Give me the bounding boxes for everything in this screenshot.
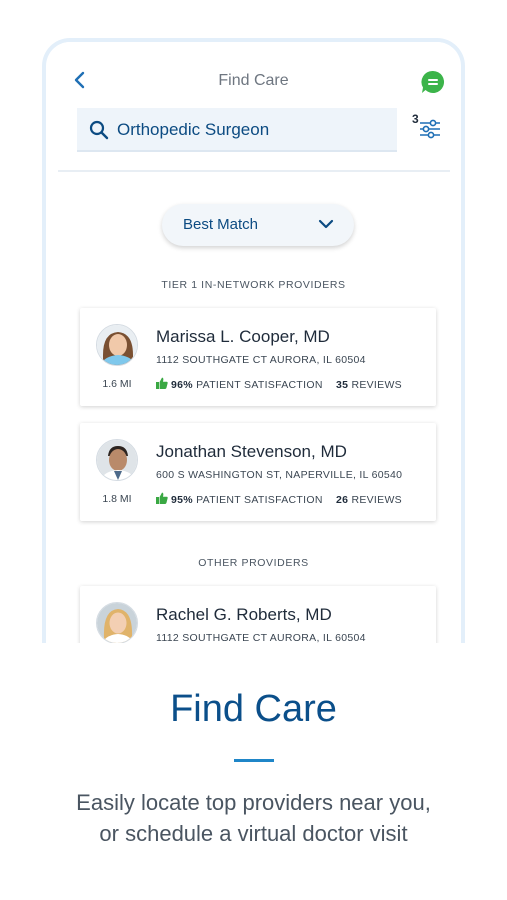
provider-stats: 95% PATIENT SATISFACTION 26 REVIEWS bbox=[156, 492, 402, 506]
reviews-count: 26 bbox=[335, 494, 349, 506]
satisfaction-percent: 96% bbox=[171, 379, 193, 391]
provider-address: 1112 SOUTHGATE CT AURORA, IL 60504 bbox=[156, 632, 366, 643]
provider-card[interactable]: Marissa L. Cooper, MD 1112 SOUTHGATE CT … bbox=[80, 308, 436, 406]
search-input[interactable]: Orthopedic Surgeon bbox=[117, 120, 269, 140]
avatar bbox=[96, 602, 138, 643]
reviews-label: REVIEWS bbox=[351, 379, 402, 391]
provider-name: Marissa L. Cooper, MD bbox=[156, 327, 330, 346]
provider-card[interactable]: Jonathan Stevenson, MD 600 S WASHINGTON … bbox=[80, 423, 436, 521]
thumbs-up-icon bbox=[156, 377, 168, 389]
promo-line-1: Easily locate top providers near you, bbox=[76, 790, 431, 815]
filter-button[interactable]: 3 bbox=[412, 112, 444, 144]
avatar bbox=[96, 439, 138, 481]
thumbs-up-icon bbox=[156, 492, 168, 504]
page-title: Find Care bbox=[218, 72, 289, 89]
satisfaction-percent: 95% bbox=[171, 494, 193, 506]
provider-stats: 96% PATIENT SATISFACTION 35 REVIEWS bbox=[156, 377, 402, 391]
provider-card[interactable]: Rachel G. Roberts, MD 1112 SOUTHGATE CT … bbox=[80, 586, 436, 643]
header-divider bbox=[58, 170, 450, 172]
provider-address: 600 S WASHINGTON ST, NAPERVILLE, IL 6054… bbox=[156, 469, 403, 481]
accent-divider bbox=[234, 759, 274, 762]
provider-distance: 1.6 MI bbox=[102, 378, 132, 390]
promo-title: Find Care bbox=[170, 688, 337, 730]
section-heading-tier1: TIER 1 IN-NETWORK PROVIDERS bbox=[161, 279, 346, 291]
app-screen: Find Care Orthopedic Surgeon 3 Best Matc… bbox=[56, 42, 451, 643]
sort-label: Best Match bbox=[183, 216, 259, 233]
provider-name: Jonathan Stevenson, MD bbox=[156, 442, 347, 461]
reviews-label: REVIEWS bbox=[351, 494, 402, 506]
nav-bar: Find Care bbox=[56, 42, 451, 102]
phone-frame: Find Care Orthopedic Surgeon 3 Best Matc… bbox=[42, 38, 465, 643]
satisfaction-label: PATIENT SATISFACTION bbox=[196, 494, 323, 506]
reviews-count: 35 bbox=[335, 379, 349, 391]
provider-distance: 1.8 MI bbox=[102, 493, 132, 505]
promo-line-2: or schedule a virtual doctor visit bbox=[99, 821, 408, 846]
provider-name: Rachel G. Roberts, MD bbox=[156, 605, 332, 624]
search-field[interactable]: Orthopedic Surgeon bbox=[77, 108, 397, 152]
sort-dropdown[interactable]: Best Match bbox=[162, 204, 354, 246]
search-icon bbox=[89, 120, 109, 140]
section-heading-other: OTHER PROVIDERS bbox=[198, 557, 309, 569]
chevron-down-icon bbox=[318, 219, 334, 229]
provider-address: 1112 SOUTHGATE CT AURORA, IL 60504 bbox=[156, 354, 366, 366]
chat-icon[interactable] bbox=[420, 69, 446, 95]
avatar bbox=[96, 324, 138, 366]
filter-sliders-icon bbox=[420, 119, 440, 139]
satisfaction-label: PATIENT SATISFACTION bbox=[196, 379, 323, 391]
